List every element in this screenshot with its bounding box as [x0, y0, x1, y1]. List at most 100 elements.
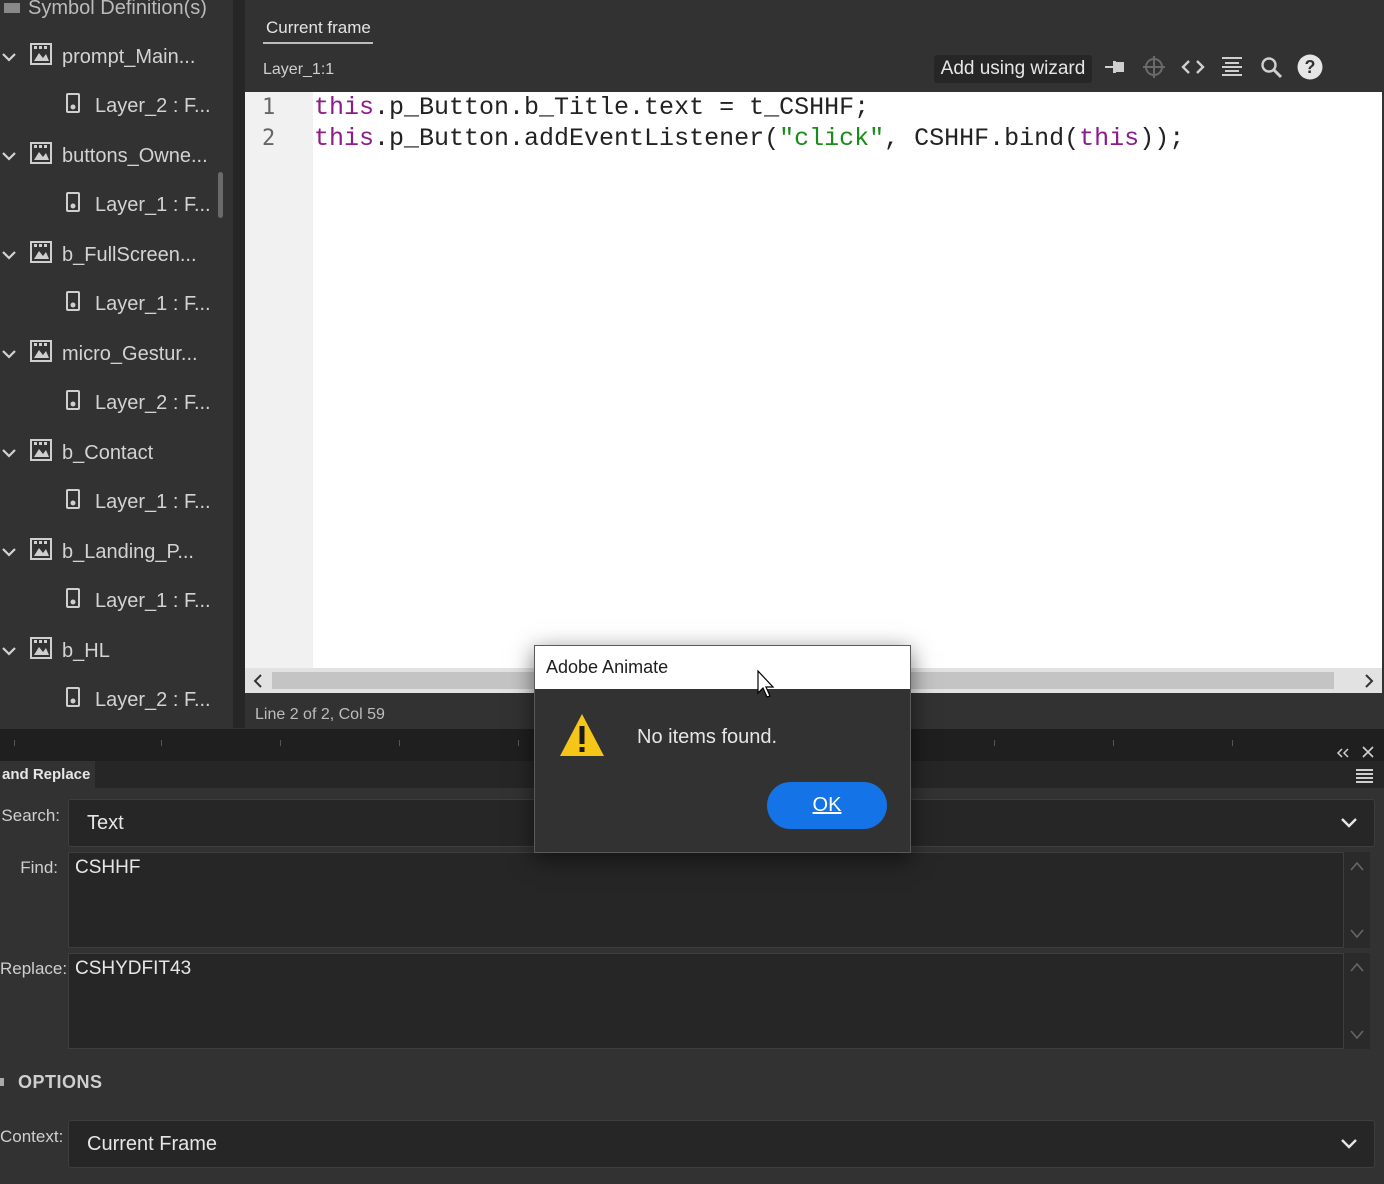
- actions-header: [245, 0, 1384, 46]
- options-collapse-icon[interactable]: [0, 1078, 4, 1086]
- cursor-position-status: Line 2 of 2, Col 59: [255, 706, 385, 723]
- script-editor[interactable]: [245, 92, 1382, 668]
- tree-item-label: b_FullScreen...: [62, 243, 197, 266]
- code-line[interactable]: this.p_Button.addEventListener("click", …: [314, 124, 1184, 153]
- panel-divider[interactable]: [233, 0, 245, 728]
- find-field[interactable]: CSHHF: [68, 852, 1344, 948]
- line-number: 2: [262, 126, 276, 151]
- code-snippets-icon[interactable]: [1180, 54, 1206, 80]
- tree-symbol-row[interactable]: b_Contact: [0, 433, 153, 473]
- tree-layer-row[interactable]: Layer_2 : F...: [66, 680, 211, 720]
- chevron-down-icon[interactable]: [1, 49, 17, 65]
- scroll-left-icon[interactable]: [247, 670, 269, 692]
- layer-frame-label: Layer_1:1: [263, 61, 335, 78]
- layer-icon: [66, 687, 80, 713]
- chevron-down-icon: [1341, 818, 1357, 828]
- scroll-up-icon[interactable]: [1349, 860, 1365, 872]
- context-value: Current Frame: [87, 1132, 218, 1155]
- line-number: 1: [262, 95, 276, 120]
- symbol-icon: [30, 439, 52, 467]
- dialog-title: Adobe Animate: [546, 657, 669, 677]
- close-icon[interactable]: [1362, 745, 1374, 761]
- separator-tick: [280, 740, 281, 746]
- chevron-down-icon[interactable]: [1, 643, 17, 659]
- symbol-icon: [30, 538, 52, 566]
- layer-icon: [66, 93, 80, 119]
- warning-icon: [560, 714, 604, 756]
- tree-item-label: b_Contact: [62, 441, 154, 464]
- context-dropdown[interactable]: Current Frame: [68, 1120, 1375, 1168]
- separator-tick: [1232, 740, 1233, 746]
- tree-layer-row[interactable]: Layer_1 : F...: [66, 482, 211, 522]
- target-icon[interactable]: [1141, 54, 1167, 80]
- options-section-header[interactable]: OPTIONS: [18, 1072, 103, 1093]
- ok-button[interactable]: OK: [767, 782, 887, 829]
- layer-icon: [66, 192, 80, 218]
- tree-symbol-row[interactable]: b_Landing_P...: [0, 532, 194, 572]
- format-code-icon[interactable]: [1219, 54, 1245, 80]
- tree-item-label: prompt_Main...: [62, 45, 196, 68]
- tree-item-label: Layer_2 : F...: [95, 94, 211, 117]
- symbol-definition-icon: [4, 3, 20, 13]
- chevron-down-icon: [1341, 1139, 1357, 1149]
- tree-symbol-row[interactable]: buttons_Owne...: [0, 136, 208, 176]
- chevron-down-icon[interactable]: [1, 346, 17, 362]
- separator-tick: [994, 740, 995, 746]
- chevron-down-icon[interactable]: [1, 247, 17, 263]
- symbol-icon: [30, 241, 52, 269]
- help-icon[interactable]: ?: [1297, 54, 1323, 80]
- separator-tick: [399, 740, 400, 746]
- tree-item-label: Layer_1 : F...: [95, 292, 211, 315]
- scroll-down-icon[interactable]: [1349, 1029, 1365, 1041]
- search-type-value: Text: [87, 811, 124, 834]
- replace-field-scrollbar[interactable]: [1344, 953, 1370, 1049]
- tree-layer-row[interactable]: Layer_2 : F...: [66, 383, 211, 423]
- separator-tick: [161, 740, 162, 746]
- chevron-down-icon[interactable]: [1, 148, 17, 164]
- tree-symbol-row[interactable]: prompt_Main...: [0, 37, 195, 77]
- layer-icon: [66, 489, 80, 515]
- mouse-cursor-icon: [757, 670, 775, 698]
- find-icon[interactable]: [1258, 54, 1284, 80]
- symbol-icon: [30, 142, 52, 170]
- chevron-down-icon[interactable]: [1, 544, 17, 560]
- separator-tick: [1113, 740, 1114, 746]
- add-using-wizard-button[interactable]: Add using wizard: [934, 55, 1092, 83]
- search-label: Search:: [1, 806, 60, 825]
- separator-tick: [14, 740, 15, 746]
- symbol-icon: [30, 340, 52, 368]
- scroll-down-icon[interactable]: [1349, 928, 1365, 940]
- scroll-up-icon[interactable]: [1349, 961, 1365, 973]
- tree-symbol-row[interactable]: b_HL: [0, 631, 110, 671]
- code-line[interactable]: this.p_Button.b_Title.text = t_CSHHF;: [314, 93, 869, 122]
- tree-symbol-row[interactable]: b_FullScreen...: [0, 235, 197, 275]
- tree-scrollbar-thumb[interactable]: [218, 172, 223, 218]
- scroll-right-icon[interactable]: [1358, 670, 1380, 692]
- symbol-icon: [30, 637, 52, 665]
- tree-layer-row[interactable]: Layer_1 : F...: [66, 284, 211, 324]
- tree-item-label: b_Landing_P...: [62, 540, 194, 563]
- tree-symbol-row[interactable]: micro_Gestur...: [0, 334, 198, 374]
- tree-item-label: Layer_1 : F...: [95, 193, 211, 216]
- find-field-scrollbar[interactable]: [1344, 852, 1370, 948]
- find-replace-title: and Replace: [2, 766, 91, 783]
- dialog-message: No items found.: [637, 726, 778, 748]
- tab-current-frame[interactable]: Current frame: [266, 18, 371, 38]
- pin-icon[interactable]: [1102, 54, 1128, 80]
- tab-underline: [263, 42, 373, 44]
- tree-layer-row[interactable]: Layer_2 : F...: [66, 86, 211, 126]
- tree-item-label: Layer_1 : F...: [95, 490, 211, 513]
- symbol-icon: [30, 43, 52, 71]
- panel-menu-icon[interactable]: [1356, 769, 1373, 783]
- replace-field[interactable]: CSHYDFIT43: [68, 953, 1344, 1049]
- separator-tick: [518, 740, 519, 746]
- tree-layer-row[interactable]: Layer_1 : F...: [66, 581, 211, 621]
- tree-item-label: b_HL: [62, 639, 110, 662]
- collapse-panel-icon[interactable]: [1336, 745, 1350, 761]
- tree-section-header[interactable]: Symbol Definition(s): [4, 0, 207, 28]
- tree-layer-row[interactable]: Layer_1 : F...: [66, 185, 211, 225]
- context-label: Context:: [0, 1127, 64, 1146]
- tree-item-label: Layer_2 : F...: [95, 391, 211, 414]
- svg-text:?: ?: [1305, 57, 1316, 77]
- chevron-down-icon[interactable]: [1, 445, 17, 461]
